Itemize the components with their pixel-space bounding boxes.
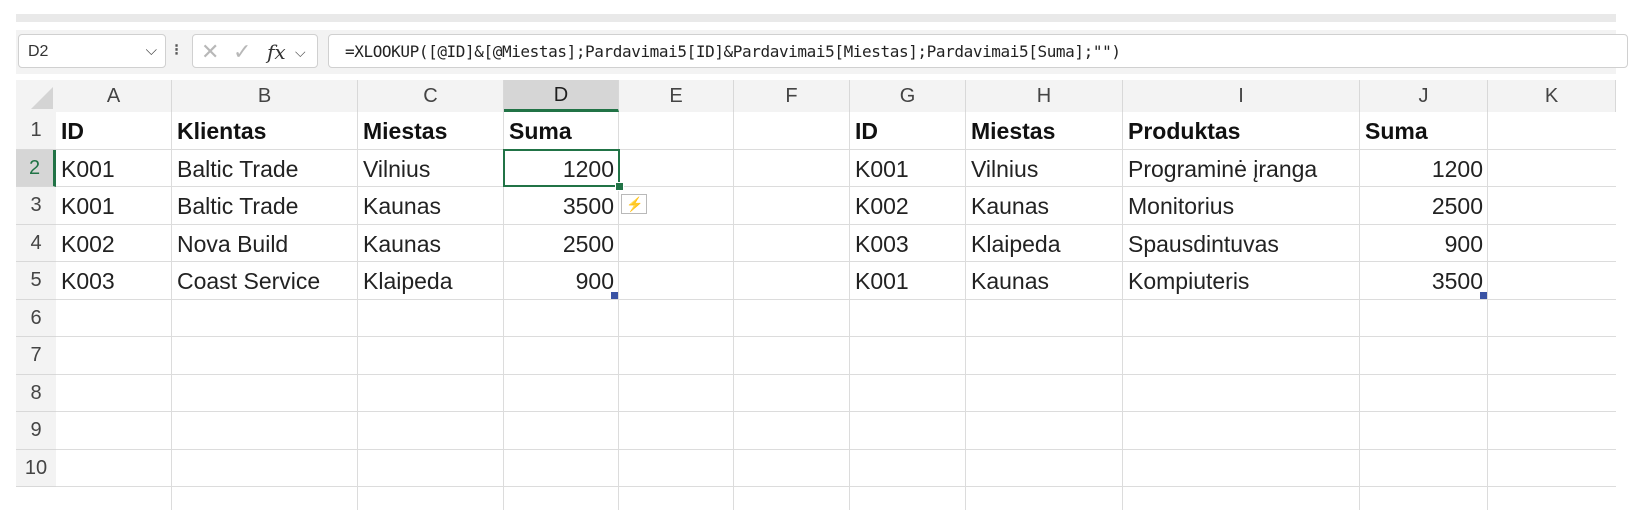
table2-cell[interactable]: Vilnius xyxy=(971,150,1118,188)
table2-cell[interactable]: Kaunas xyxy=(971,187,1118,225)
table1-header-cell[interactable]: Miestas xyxy=(363,112,499,150)
row-header-9[interactable]: 9 xyxy=(16,412,56,450)
formula-buttons: ✕ ✓ fx ⌵ xyxy=(192,34,318,68)
row-header-4[interactable]: 4 xyxy=(16,224,56,262)
column-header-f[interactable]: F xyxy=(734,80,850,112)
gridline xyxy=(56,411,1616,412)
gridline xyxy=(1122,112,1123,510)
row-header-3[interactable]: 3 xyxy=(16,187,56,225)
table2-cell[interactable]: K003 xyxy=(855,225,961,263)
table1-cell[interactable]: K001 xyxy=(61,187,167,225)
gridline xyxy=(357,112,358,510)
table2-cell[interactable]: K001 xyxy=(855,262,961,300)
table2-cell[interactable]: Programinė įranga xyxy=(1128,150,1355,188)
column-header-h[interactable]: H xyxy=(966,80,1123,112)
row-header-7[interactable]: 7 xyxy=(16,337,56,375)
table1-header-cell[interactable]: Suma xyxy=(509,112,614,150)
table1-cell[interactable]: K002 xyxy=(61,225,167,263)
gridline xyxy=(56,486,1616,487)
column-header-c[interactable]: C xyxy=(358,80,504,112)
column-header-d[interactable]: D xyxy=(504,80,619,112)
column-header-g[interactable]: G xyxy=(850,80,966,112)
vertical-dots-icon[interactable]: ⁝ xyxy=(174,40,179,60)
formula-text: =XLOOKUP([@ID]&[@Miestas];Pardavimai5[ID… xyxy=(345,42,1121,61)
table1-cell[interactable]: K001 xyxy=(61,150,167,188)
formula-bar-area: D2 ⌵ ⁝ ✕ ✓ fx ⌵ =XLOOKUP([@ID]&[@Miestas… xyxy=(16,30,1628,74)
name-box[interactable]: D2 ⌵ xyxy=(18,34,166,68)
table1-header-cell[interactable]: Klientas xyxy=(177,112,353,150)
table1-cell[interactable]: Klaipeda xyxy=(363,262,499,300)
lightning-icon: ⚡ xyxy=(626,196,644,212)
gridline xyxy=(1487,112,1488,510)
quick-analysis-icon[interactable]: ⚡ xyxy=(621,194,647,214)
gridline xyxy=(56,373,1616,375)
formula-input[interactable]: =XLOOKUP([@ID]&[@Miestas];Pardavimai5[ID… xyxy=(328,34,1628,68)
table2-header-cell[interactable]: Suma xyxy=(1365,112,1483,150)
table-resize-handle[interactable] xyxy=(1480,291,1487,299)
table2-cell[interactable]: K002 xyxy=(855,187,961,225)
column-header-j[interactable]: J xyxy=(1360,80,1488,112)
table1-cell[interactable]: Kaunas xyxy=(363,225,499,263)
table1-cell[interactable]: 3500 xyxy=(509,187,614,225)
column-header-e[interactable]: E xyxy=(619,80,734,112)
table1-cell[interactable]: Vilnius xyxy=(363,150,499,188)
table2-header-cell[interactable]: Produktas xyxy=(1128,112,1355,150)
select-all-button[interactable] xyxy=(16,80,56,112)
table2-cell[interactable]: 900 xyxy=(1365,225,1483,263)
name-box-value: D2 xyxy=(28,43,49,60)
table2-cell[interactable]: 3500 xyxy=(1365,262,1483,300)
table1-cell[interactable]: Baltic Trade xyxy=(177,150,353,188)
row-header-1[interactable]: 1 xyxy=(16,112,56,150)
table2-cell[interactable]: Kompiuteris xyxy=(1128,262,1355,300)
chevron-down-icon[interactable]: ⌵ xyxy=(295,44,306,61)
active-cell-d2[interactable] xyxy=(503,148,620,187)
row-header-8[interactable]: 8 xyxy=(16,374,56,412)
fx-icon[interactable]: fx xyxy=(267,40,286,64)
table2-cell[interactable]: Spausdintuvas xyxy=(1128,225,1355,263)
table1-cell[interactable]: K003 xyxy=(61,262,167,300)
table2-cell[interactable]: K001 xyxy=(855,150,961,188)
chevron-down-icon[interactable]: ⌵ xyxy=(146,42,157,59)
table2-cell[interactable]: Klaipeda xyxy=(971,225,1118,263)
gridline xyxy=(733,112,734,510)
column-header-a[interactable]: A xyxy=(56,80,172,112)
table1-cell[interactable]: Kaunas xyxy=(363,187,499,225)
gridline xyxy=(56,448,1616,450)
spreadsheet-grid[interactable]: A B C D E F G H I J K 1 2 3 4 5 6 7 8 9 10 ID Klientas Miestas S… xyxy=(16,80,1616,510)
column-header-b[interactable]: B xyxy=(172,80,358,112)
gridline xyxy=(849,112,850,510)
fill-handle[interactable] xyxy=(615,182,624,191)
table1-cell[interactable]: 900 xyxy=(509,262,614,300)
row-header-5[interactable]: 5 xyxy=(16,262,56,300)
ribbon-edge xyxy=(16,14,1616,22)
table2-cell[interactable]: Monitorius xyxy=(1128,187,1355,225)
check-icon[interactable]: ✓ xyxy=(233,39,251,65)
table2-header-cell[interactable]: Miestas xyxy=(971,112,1118,150)
table2-header-cell[interactable]: ID xyxy=(855,112,961,150)
gridline xyxy=(56,336,1616,337)
gridline xyxy=(1359,112,1360,510)
row-header-6[interactable]: 6 xyxy=(16,299,56,337)
table1-header-cell[interactable]: ID xyxy=(61,112,167,150)
table1-cell[interactable]: Baltic Trade xyxy=(177,187,353,225)
table2-cell[interactable]: 2500 xyxy=(1365,187,1483,225)
gridline xyxy=(171,112,172,510)
table2-cell[interactable]: 1200 xyxy=(1365,150,1483,188)
column-header-k[interactable]: K xyxy=(1488,80,1616,112)
row-header-10[interactable]: 10 xyxy=(16,449,56,487)
table1-cell[interactable]: 2500 xyxy=(509,225,614,263)
table1-cell[interactable]: Nova Build xyxy=(177,225,353,263)
column-header-i[interactable]: I xyxy=(1123,80,1360,112)
table1-cell[interactable]: Coast Service xyxy=(177,262,353,300)
table2-cell[interactable]: Kaunas xyxy=(971,262,1118,300)
gridline xyxy=(965,112,966,510)
cancel-icon[interactable]: ✕ xyxy=(201,39,219,65)
row-header-2[interactable]: 2 xyxy=(16,149,56,187)
table-resize-handle[interactable] xyxy=(611,291,618,299)
